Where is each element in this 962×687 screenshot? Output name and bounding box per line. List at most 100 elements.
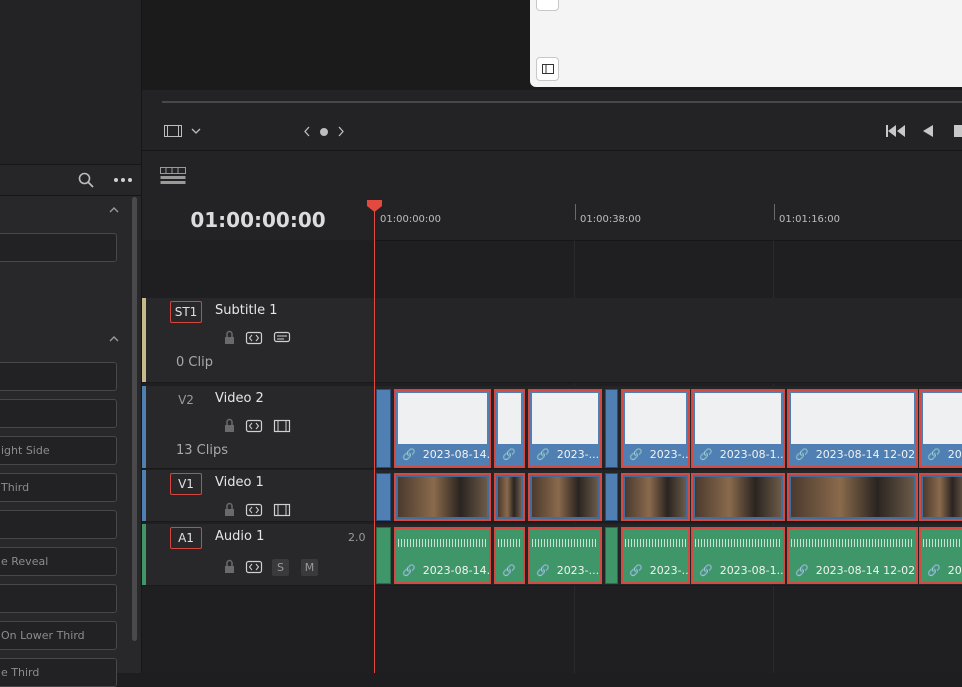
track-header-v1[interactable]: V1 Video 1	[142, 470, 374, 522]
track-id-badge[interactable]: ST1	[170, 301, 202, 323]
timeline-clip[interactable]: 🔗 2023-08-14...	[394, 389, 491, 468]
effect-item[interactable]	[0, 362, 117, 391]
effects-panel-top	[0, 0, 141, 164]
timeline-clip[interactable]	[605, 473, 618, 521]
track-name[interactable]: Audio 1	[215, 529, 264, 544]
timeline-clip[interactable]	[528, 473, 602, 521]
chevron-down-icon[interactable]	[191, 127, 201, 135]
clip-label: 🔗 2023-...	[629, 564, 688, 577]
timeline-clip[interactable]: 🔗 2023-...	[621, 389, 690, 468]
video-track-icon[interactable]	[273, 502, 291, 518]
clip-thumbnail	[695, 393, 781, 444]
track-id-badge[interactable]: V1	[170, 473, 202, 495]
timeline-clip[interactable]	[605, 389, 618, 468]
more-options-icon[interactable]	[113, 176, 133, 184]
timeline-clip[interactable]: 🔗 2023-08-14...	[394, 527, 491, 584]
auto-select-icon[interactable]	[245, 330, 263, 346]
lock-icon[interactable]	[220, 559, 238, 575]
clip-label: 🔗 20...	[502, 564, 523, 577]
track-color-strip	[142, 386, 146, 468]
audio-waveform	[923, 539, 962, 547]
auto-select-icon[interactable]	[245, 502, 263, 518]
timecode-display[interactable]: 01:00:00:00	[142, 208, 374, 232]
stop-icon[interactable]	[954, 125, 962, 137]
timeline-clip[interactable]	[394, 473, 491, 521]
search-icon[interactable]	[77, 171, 95, 189]
timeline-clip[interactable]: 🔗 20...	[494, 389, 525, 468]
timeline-clip[interactable]	[494, 473, 525, 521]
dot-icon[interactable]	[319, 127, 329, 137]
mute-button[interactable]: M	[301, 559, 318, 576]
clip-label: 🔗 2023-08-14...	[402, 448, 489, 461]
track-id-badge[interactable]: V2	[170, 389, 202, 411]
timeline-clip[interactable]	[605, 527, 618, 584]
effect-item[interactable]: On Lower Third	[0, 621, 117, 650]
effect-item[interactable]: Third	[0, 473, 117, 502]
timeline-clip[interactable]	[621, 473, 690, 521]
audio-waveform	[695, 539, 781, 547]
track-header-v2[interactable]: V2 Video 2 13 Clips	[142, 386, 374, 469]
timeline-clip[interactable]: 🔗 2023-08-1...	[691, 389, 785, 468]
video-track-icon[interactable]	[273, 418, 291, 434]
playhead-line[interactable]	[374, 205, 375, 673]
audio-waveform	[498, 539, 521, 547]
viewer-control[interactable]	[536, 57, 559, 81]
track-color-strip	[142, 524, 146, 585]
track-name[interactable]: Video 2	[215, 391, 264, 406]
timeline-clip[interactable]: 🔗 20...	[494, 527, 525, 584]
track-header-a1[interactable]: A1 Audio 1 2.0 S M	[142, 524, 374, 586]
timeline-clip[interactable]: 🔗 2023-...	[621, 527, 690, 584]
lock-icon[interactable]	[220, 418, 238, 434]
timeline-ruler[interactable]: 01:00:00:00 01:00:38:00 01:01:16:00	[374, 200, 962, 241]
collapse-chevron-icon[interactable]	[109, 334, 119, 344]
timeline-clip[interactable]: 🔗 2023-...	[919, 389, 962, 468]
playhead-marker-icon[interactable]	[367, 200, 382, 212]
effect-item[interactable]	[0, 233, 117, 262]
timeline-clip[interactable]: 🔗 2023-...	[919, 527, 962, 584]
lock-icon[interactable]	[220, 330, 238, 346]
clip-thumbnail	[923, 477, 962, 517]
clip-thumbnail	[791, 393, 914, 444]
timeline-clip[interactable]	[787, 473, 918, 521]
timeline-clip[interactable]	[376, 473, 391, 521]
track-id-badge[interactable]: A1	[170, 527, 202, 549]
timeline-clip[interactable]: 🔗 2023-...	[528, 389, 602, 468]
effect-item[interactable]: ight Side	[0, 436, 117, 465]
play-reverse-icon[interactable]	[922, 125, 934, 137]
timeline-clip[interactable]	[376, 527, 391, 584]
timeline-clip[interactable]	[376, 389, 391, 468]
transport-bar	[142, 90, 962, 150]
lock-icon[interactable]	[220, 502, 238, 518]
effect-item[interactable]	[0, 510, 117, 539]
auto-select-icon[interactable]	[245, 559, 263, 575]
track-name[interactable]: Video 1	[215, 475, 264, 490]
go-to-start-icon[interactable]	[886, 125, 906, 137]
subtitle-icon[interactable]	[273, 330, 291, 346]
film-icon[interactable]	[164, 125, 182, 137]
timeline-clip[interactable]: 🔗 2023-08-1...	[691, 527, 785, 584]
viewer-control[interactable]	[536, 0, 559, 11]
ruler-label: 01:00:00:00	[380, 214, 442, 225]
effect-item[interactable]	[0, 584, 117, 613]
track-lane-st1[interactable]	[374, 298, 962, 383]
timeline-clip[interactable]	[919, 473, 962, 521]
track-clip-count: 0 Clip	[176, 355, 213, 370]
effect-item[interactable]	[0, 399, 117, 428]
effect-item[interactable]: e Reveal	[0, 547, 117, 576]
clip-label: 🔗 2023-...	[629, 448, 688, 461]
scrubber-bar[interactable]	[162, 101, 962, 103]
timeline-clip[interactable]: 🔗 2023-08-14 12-02...	[787, 389, 918, 468]
timeline-clip[interactable]: 🔗 2023-08-14 12-02...	[787, 527, 918, 584]
timeline-clip[interactable]	[691, 473, 785, 521]
effects-scrollbar[interactable]	[132, 197, 137, 641]
prev-icon[interactable]	[303, 126, 311, 137]
collapse-chevron-icon[interactable]	[109, 205, 119, 215]
track-name[interactable]: Subtitle 1	[215, 303, 278, 318]
solo-button[interactable]: S	[272, 559, 289, 576]
clip-label: 🔗 2023-...	[536, 564, 600, 577]
timeline-clip[interactable]: 🔗 2023-...	[528, 527, 602, 584]
timeline-view-options-icon[interactable]	[160, 167, 186, 185]
next-icon[interactable]	[337, 126, 345, 137]
track-header-st1[interactable]: ST1 Subtitle 1 0 Clip	[142, 298, 374, 383]
auto-select-icon[interactable]	[245, 418, 263, 434]
